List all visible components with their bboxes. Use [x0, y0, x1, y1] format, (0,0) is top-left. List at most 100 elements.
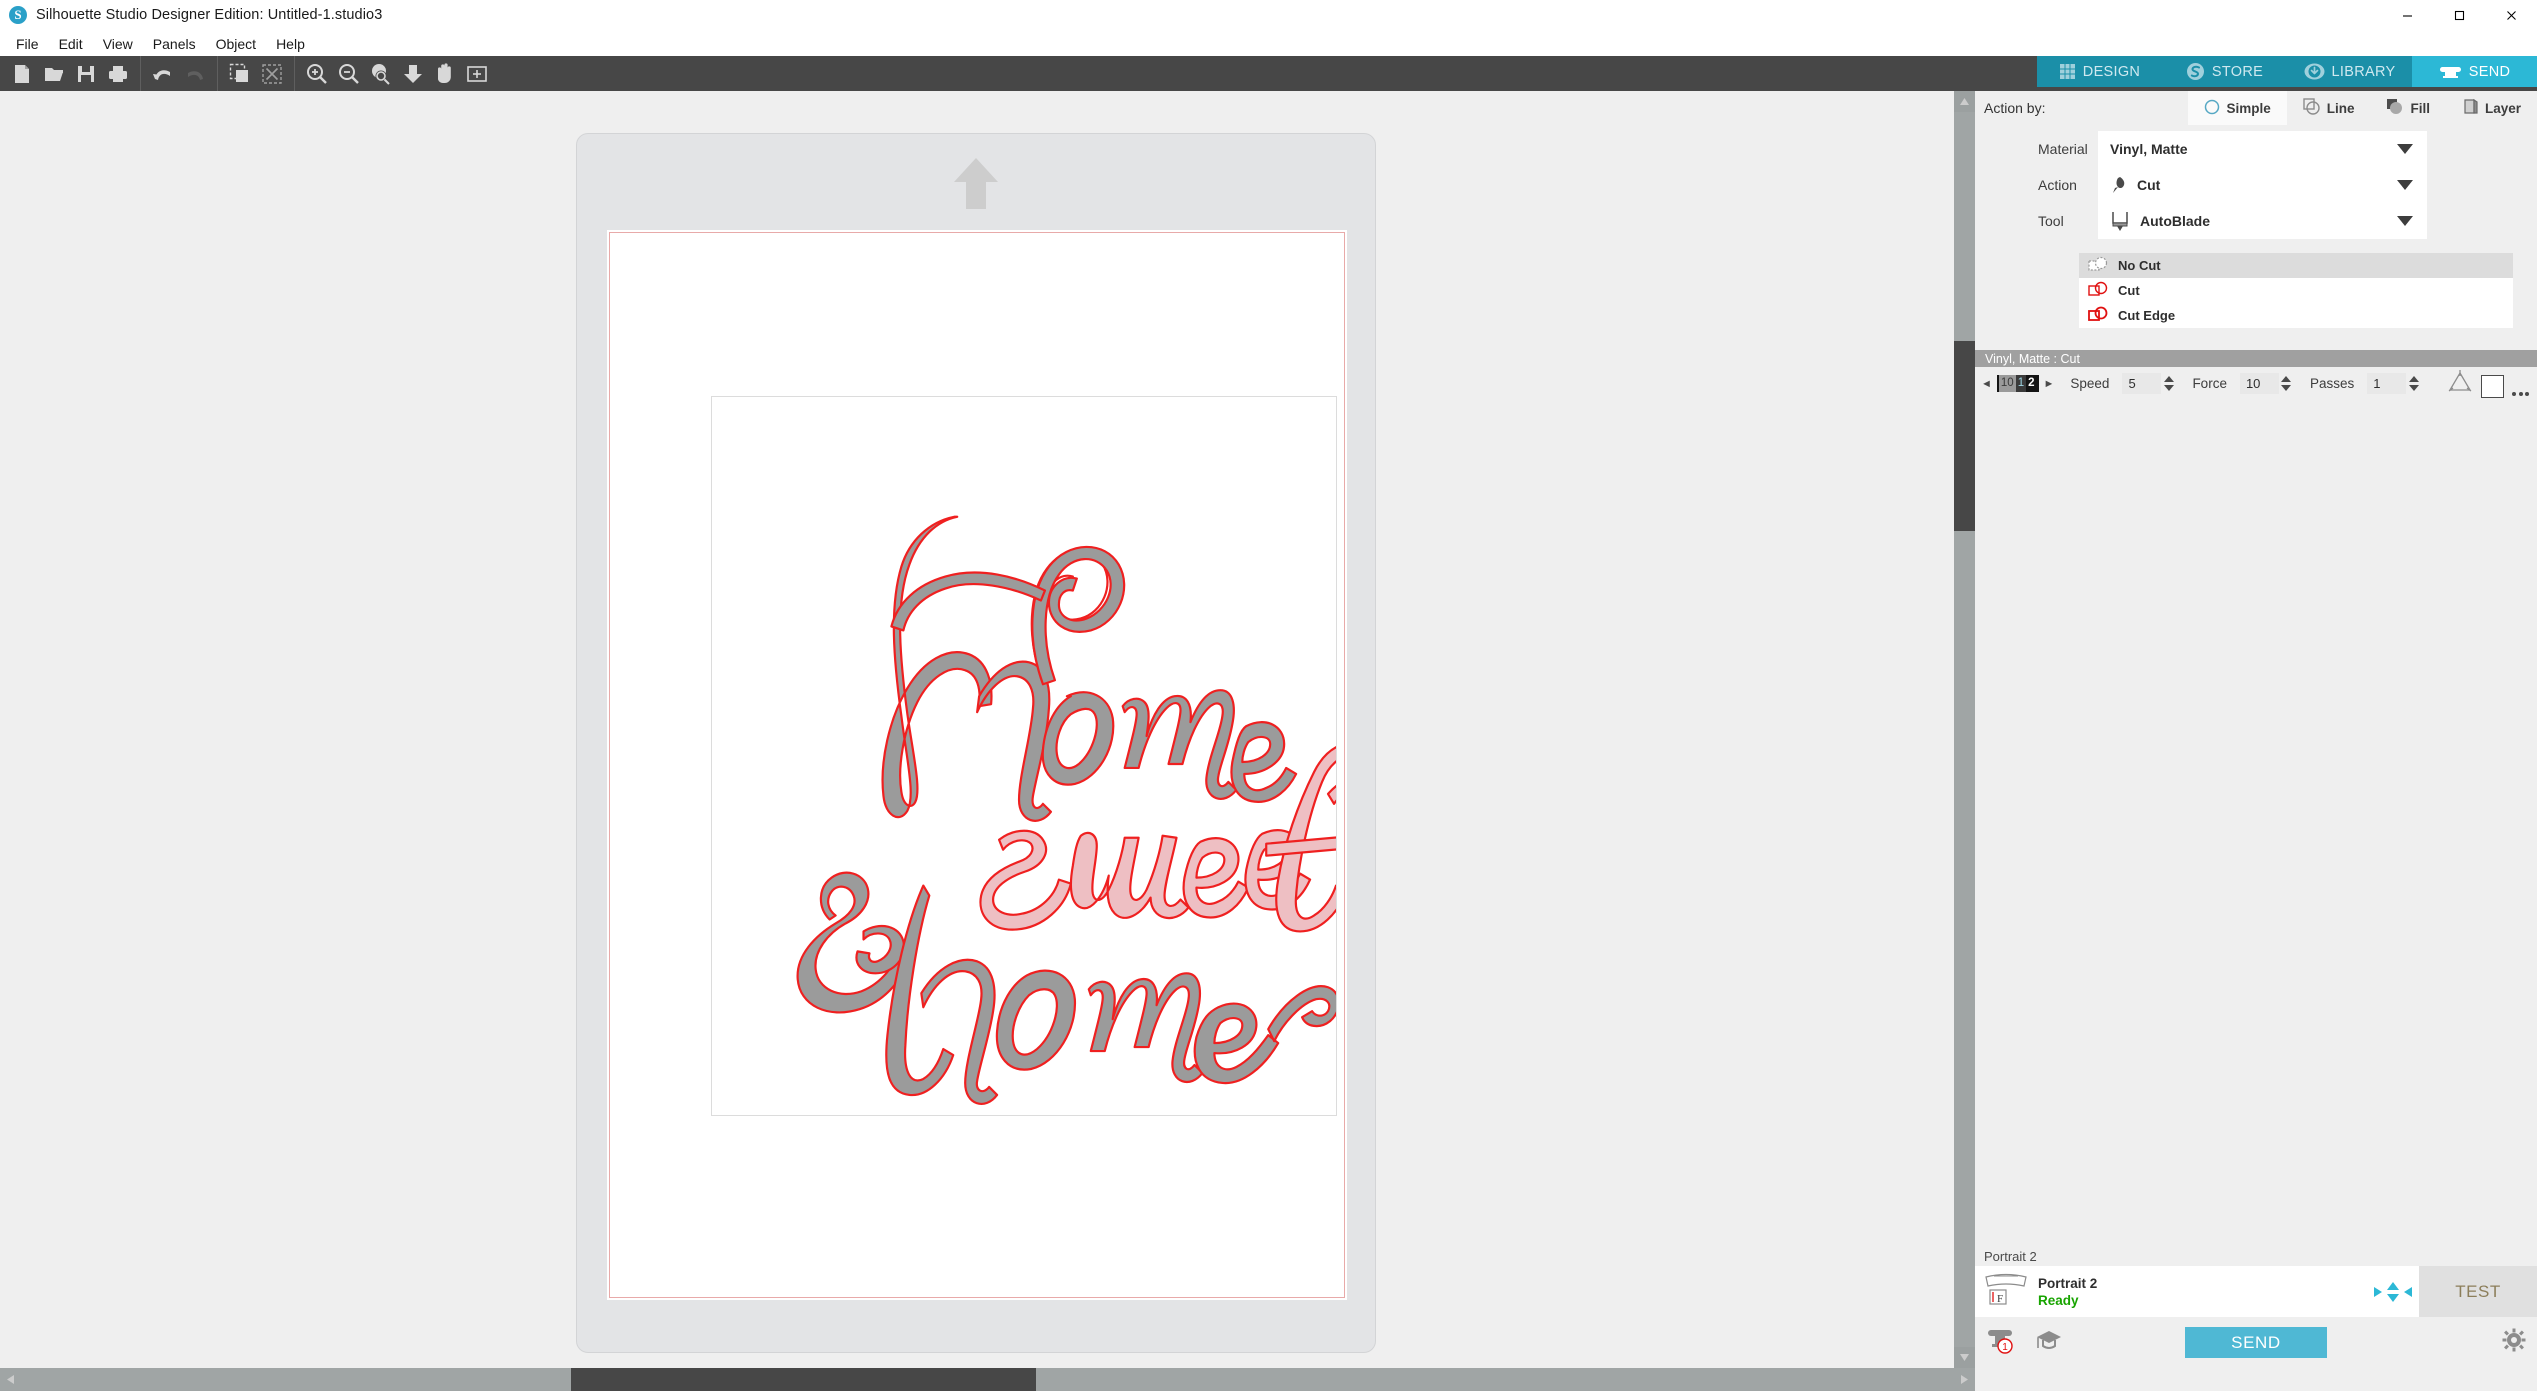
horizontal-scroll-thumb[interactable] [571, 1368, 1036, 1391]
nav-tab-design[interactable]: DESIGN [2037, 56, 2162, 87]
stepper-up-icon[interactable] [2163, 376, 2174, 382]
cutter-queue-icon[interactable]: 1 [1986, 1326, 2016, 1359]
blade-calibration-icon[interactable] [2447, 369, 2473, 398]
design-canvas[interactable]: 12 [0, 91, 1954, 1368]
menu-view[interactable]: View [93, 34, 143, 54]
scroll-down-arrow-icon[interactable] [1954, 1347, 1975, 1368]
force-label: Force [2192, 376, 2227, 391]
fit-to-window-icon[interactable] [398, 59, 428, 89]
blade-depth-increase-icon[interactable]: ► [2044, 378, 2055, 390]
fit-page-icon[interactable] [462, 59, 492, 89]
zoom-in-icon[interactable] [302, 59, 332, 89]
menu-object[interactable]: Object [206, 34, 266, 54]
speed-stepper[interactable]: 5 [2122, 373, 2176, 394]
tool-select[interactable]: AutoBlade [2098, 203, 2427, 239]
stepper-up-icon[interactable] [2281, 376, 2292, 382]
nav-tab-send[interactable]: SEND [2412, 56, 2537, 87]
deselect-all-icon[interactable] [257, 59, 287, 89]
main-area: 12 Action by: [0, 91, 2537, 1368]
send-button[interactable]: SEND [2185, 1327, 2327, 1358]
device-card[interactable]: F Portrait 2 Ready TEST [1975, 1266, 2537, 1317]
cut-parameters-block: Vinyl, Matte : Cut ◄ 10 1 2 ► Speed 5 Fo… [1975, 350, 2537, 400]
material-select[interactable]: Vinyl, Matte [2098, 131, 2427, 167]
scroll-right-arrow-icon[interactable] [1954, 1368, 1975, 1391]
speed-stepper-arrows[interactable] [2161, 373, 2176, 394]
window-title: Silhouette Studio Designer Edition: Unti… [36, 7, 383, 23]
force-stepper[interactable]: 10 [2239, 373, 2294, 394]
menu-file[interactable]: File [6, 34, 49, 54]
line-shapes-icon [2303, 97, 2321, 119]
canvas-horizontal-scrollbar[interactable] [0, 1368, 1975, 1391]
blade-depth-strip[interactable]: 10 1 2 [1996, 375, 2039, 392]
test-button[interactable]: TEST [2419, 1266, 2537, 1317]
scroll-left-arrow-icon[interactable] [0, 1368, 21, 1391]
undo-icon[interactable] [148, 59, 178, 89]
mat-feed-arrow-icon [950, 156, 1002, 211]
zoom-out-icon[interactable] [334, 59, 364, 89]
tab-simple-label: Simple [2226, 100, 2271, 116]
vertical-scroll-thumb[interactable] [1954, 341, 1975, 531]
passes-stepper-arrows[interactable] [2406, 373, 2421, 394]
menu-panels[interactable]: Panels [143, 34, 206, 54]
tab-line[interactable]: Line [2287, 91, 2371, 125]
passes-value[interactable]: 1 [2367, 373, 2407, 394]
zoom-selection-icon[interactable] [366, 59, 396, 89]
blade-depth-control[interactable]: ◄ 10 1 2 ► [1981, 375, 2054, 392]
cut-option-cut[interactable]: Cut [2079, 278, 2513, 303]
print-icon[interactable] [103, 59, 133, 89]
force-stepper-arrows[interactable] [2279, 373, 2294, 394]
speed-value[interactable]: 5 [2122, 373, 2162, 394]
stepper-up-icon[interactable] [2408, 376, 2419, 382]
menu-help[interactable]: Help [266, 34, 315, 54]
tool-row: Tool AutoBlade [1975, 203, 2537, 239]
nav-tab-library-label: LIBRARY [2331, 63, 2396, 80]
layer-icon [2462, 98, 2479, 118]
action-by-tabs: Simple Line Fill Layer [2188, 91, 2537, 125]
material-value: Vinyl, Matte [2110, 141, 2188, 157]
select-all-icon[interactable] [225, 59, 255, 89]
cut-boundary-box[interactable] [711, 396, 1337, 1116]
stepper-down-icon[interactable] [2281, 385, 2292, 391]
material-label: Material [2038, 141, 2088, 157]
home-sweet-home-lettering[interactable] [712, 397, 1336, 1115]
material-row: Material Vinyl, Matte [1975, 131, 2537, 167]
canvas-vertical-scrollbar[interactable] [1954, 91, 1975, 1368]
chevron-down-icon [2397, 180, 2413, 190]
stepper-down-icon[interactable] [2163, 385, 2174, 391]
minimize-button[interactable] [2381, 0, 2433, 31]
tab-layer-label: Layer [2484, 100, 2521, 116]
pan-hand-icon[interactable] [430, 59, 460, 89]
redo-icon[interactable] [180, 59, 210, 89]
action-label: Action [2038, 177, 2077, 193]
cut-edge-icon [2088, 306, 2109, 326]
stepper-down-icon[interactable] [2408, 385, 2419, 391]
maximize-button[interactable] [2433, 0, 2485, 31]
horizontal-scroll-track[interactable] [21, 1368, 1954, 1391]
device-status: Ready [2038, 1292, 2079, 1308]
tab-fill[interactable]: Fill [2370, 91, 2446, 125]
cut-option-cut-label: Cut [2118, 283, 2140, 298]
tab-line-label: Line [2326, 100, 2355, 116]
save-icon[interactable] [71, 59, 101, 89]
action-select[interactable]: Cut [2098, 167, 2427, 203]
open-folder-icon[interactable] [39, 59, 69, 89]
force-value[interactable]: 10 [2239, 373, 2279, 394]
cut-option-no-cut[interactable]: No Cut [2079, 253, 2513, 278]
overcut-square-icon[interactable] [2481, 375, 2504, 398]
settings-gear-icon[interactable] [2502, 1328, 2526, 1357]
tab-layer[interactable]: Layer [2446, 91, 2537, 125]
more-options-icon[interactable] [2512, 392, 2529, 398]
close-button[interactable] [2485, 0, 2537, 31]
blade-depth-seg-10: 10 [1998, 375, 2016, 392]
menu-edit[interactable]: Edit [49, 34, 93, 54]
reposition-dpad[interactable] [2373, 1279, 2413, 1305]
cut-option-cut-edge[interactable]: Cut Edge [2079, 303, 2513, 328]
scroll-up-arrow-icon[interactable] [1954, 91, 1975, 112]
tutorial-cap-icon[interactable] [2034, 1327, 2064, 1358]
nav-tab-store[interactable]: STORE [2162, 56, 2287, 87]
nav-tab-library[interactable]: LIBRARY [2287, 56, 2412, 87]
blade-depth-decrease-icon[interactable]: ◄ [1981, 378, 1992, 390]
new-document-icon[interactable] [7, 59, 37, 89]
tab-simple[interactable]: Simple [2188, 91, 2287, 125]
passes-stepper[interactable]: 1 [2367, 373, 2421, 394]
